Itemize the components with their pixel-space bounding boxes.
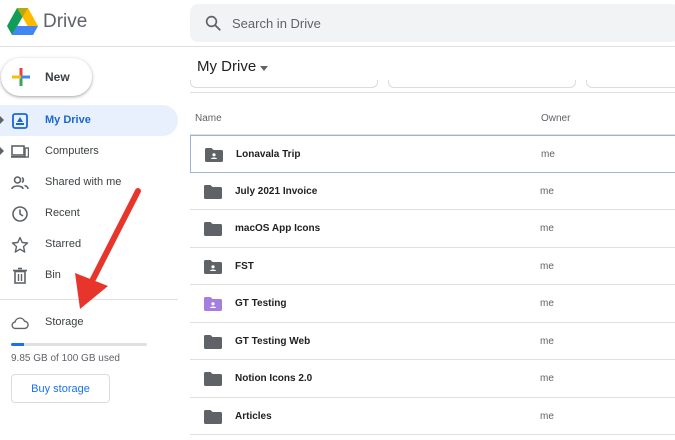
suggested-card[interactable] (388, 80, 576, 88)
expand-caret-icon[interactable] (0, 147, 4, 155)
sidebar-item-label: Shared with me (45, 176, 122, 188)
search-icon[interactable] (204, 14, 222, 32)
search-box[interactable] (190, 4, 675, 42)
sidebar-nav: My Drive Computers Shared with me Recent… (0, 105, 178, 291)
shared-folder-icon (204, 297, 222, 311)
sidebar-item-label: My Drive (45, 114, 91, 126)
suggested-card[interactable] (586, 80, 675, 88)
shared-folder-icon (204, 259, 222, 274)
file-name: Notion Icons 2.0 (235, 373, 313, 384)
storage-label: Storage (45, 316, 84, 328)
file-owner: me (540, 185, 554, 197)
table-row[interactable]: GT Testing me (190, 285, 675, 323)
table-row[interactable]: GT Testing Web me (190, 323, 675, 360)
file-owner: me (540, 410, 554, 422)
sidebar-item-bin[interactable]: Bin (0, 260, 178, 291)
file-name: macOS App Icons (235, 223, 321, 234)
name-column-header[interactable]: Name (195, 113, 222, 124)
file-owner: me (540, 298, 554, 309)
sidebar-item-label: Computers (45, 145, 99, 157)
page-title[interactable]: My Drive (197, 58, 256, 75)
folder-icon (204, 334, 222, 349)
sidebar-item-shared-with-me[interactable]: Shared with me (0, 167, 178, 198)
file-list: Lonavala Trip me July 2021 Invoice me macOS … (190, 135, 675, 435)
sidebar-divider (0, 299, 178, 300)
app-name: Drive (43, 11, 88, 32)
table-row[interactable]: Articles me (190, 398, 675, 435)
file-name: Lonavala Trip (236, 149, 301, 160)
sidebar-item-starred[interactable]: Starred (0, 229, 178, 260)
folder-icon (204, 184, 222, 199)
table-row[interactable]: July 2021 Invoice me (190, 173, 675, 210)
sidebar-item-label: Starred (45, 238, 82, 250)
sidebar-item-recent[interactable]: Recent (0, 198, 178, 229)
file-name: FST (235, 260, 254, 272)
computers-icon (11, 145, 29, 158)
drive-logo-icon[interactable] (7, 8, 38, 36)
table-row[interactable]: Lonavala Trip me (190, 135, 675, 173)
file-name: July 2021 Invoice (235, 185, 318, 197)
table-row[interactable]: macOS App Icons me (190, 210, 675, 248)
main-divider (190, 92, 675, 93)
suggested-card[interactable] (190, 80, 378, 88)
shared-folder-icon (205, 148, 223, 162)
owner-column-header[interactable]: Owner (541, 113, 570, 124)
folder-icon (204, 222, 222, 236)
sidebar-item-computers[interactable]: Computers (0, 136, 178, 167)
top-divider (0, 46, 675, 47)
plus-icon (12, 68, 30, 86)
my-drive-icon (12, 113, 28, 129)
folder-icon (204, 409, 222, 424)
table-row[interactable]: Notion Icons 2.0 me (190, 360, 675, 398)
file-owner: me (540, 373, 554, 384)
sidebar-item-my-drive[interactable]: My Drive (0, 105, 178, 136)
storage-usage-bar (11, 343, 147, 346)
buy-storage-button[interactable]: Buy storage (11, 374, 110, 403)
file-name: GT Testing (235, 298, 287, 309)
expand-caret-icon[interactable] (0, 116, 4, 124)
search-input[interactable] (232, 12, 632, 34)
trash-icon (13, 267, 27, 284)
sidebar-item-label: Recent (45, 207, 80, 219)
chevron-down-icon[interactable] (260, 66, 268, 71)
folder-icon (204, 372, 222, 386)
cloud-icon (11, 317, 29, 330)
file-owner: me (540, 260, 554, 272)
file-name: GT Testing Web (235, 335, 311, 347)
file-owner: me (540, 223, 554, 234)
storage-usage-fill (11, 343, 25, 346)
file-owner: me (540, 335, 554, 347)
top-bar: Drive (0, 0, 675, 46)
star-icon (11, 236, 29, 253)
storage-used-text: 9.85 GB of 100 GB used (11, 353, 120, 364)
clock-icon (12, 206, 28, 222)
table-row[interactable]: FST me (190, 248, 675, 285)
file-owner: me (541, 149, 555, 160)
sidebar-item-storage[interactable]: Storage (0, 306, 178, 337)
new-button[interactable]: New (1, 58, 92, 96)
file-name: Articles (235, 410, 272, 422)
sidebar-item-label: Bin (45, 269, 61, 281)
shared-icon (11, 176, 29, 190)
new-button-label: New (45, 70, 70, 84)
